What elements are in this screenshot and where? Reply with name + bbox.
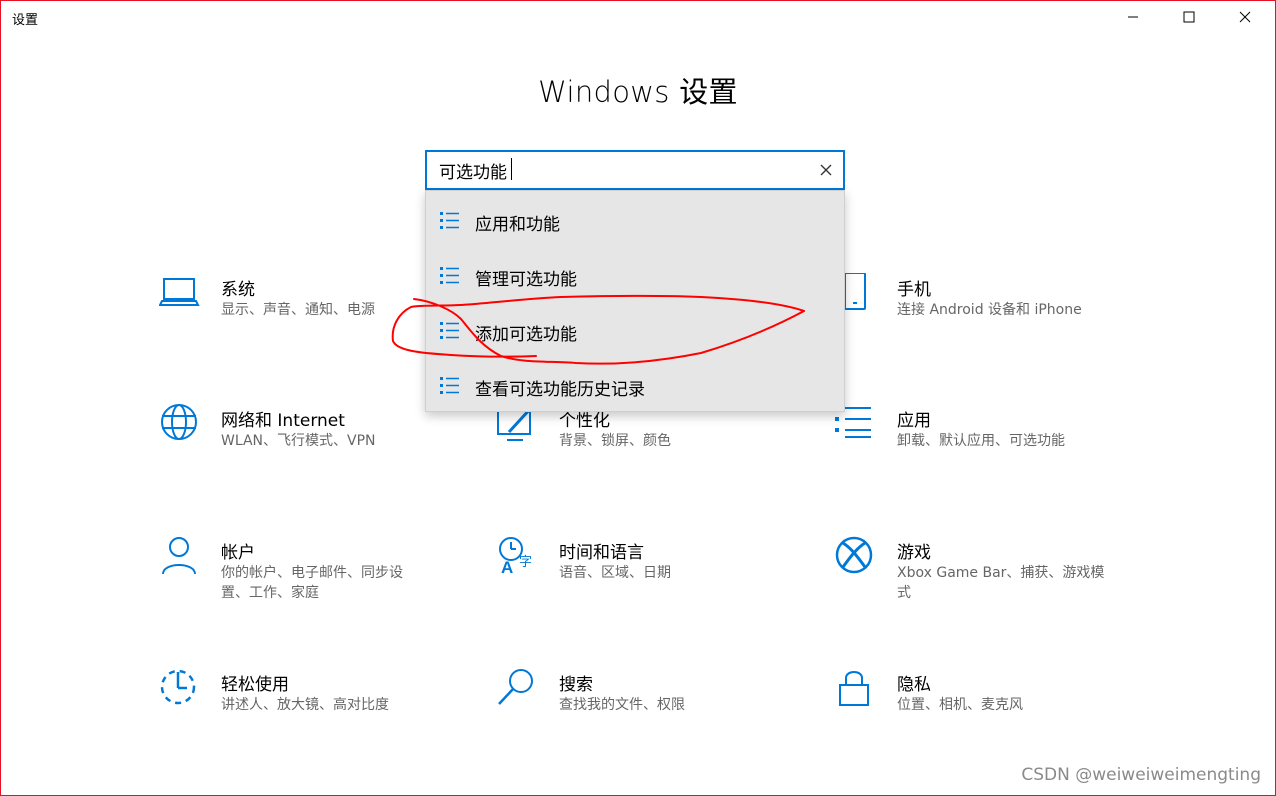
maximize-icon [1183,11,1195,23]
suggestion-item[interactable]: 管理可选功能 [426,248,844,303]
suggestion-label: 查看可选功能历史记录 [475,380,645,400]
tile-title: 系统 [221,280,255,300]
suggestion-label: 添加可选功能 [475,325,577,345]
tile-title: 应用 [897,411,931,431]
tile-system[interactable]: 系统 显示、声音、通知、电源 [159,273,459,343]
clear-search-button[interactable] [817,161,835,179]
time-language-icon: A 字 [499,537,532,577]
tile-desc: 连接 Android 设备和 iPhone [897,302,1082,318]
lock-icon [839,671,869,706]
tile-personalization[interactable]: 个性化 背景、锁屏、颜色 [497,404,797,474]
list-icon [440,267,459,284]
tile-title: 手机 [897,280,931,300]
minimize-icon [1128,16,1138,18]
tile-title: 时间和语言 [559,543,644,563]
settings-window: 设置 Windows 设置 系统 显示、声音、通知、电源 手机 连接 Andro… [0,0,1276,796]
minimize-button[interactable] [1105,1,1161,33]
tile-desc: 位置、相机、麦克风 [897,697,1023,713]
close-icon [820,164,832,176]
maximize-button[interactable] [1161,1,1217,33]
tile-title: 轻松使用 [221,675,289,695]
tile-desc: 卸载、默认应用、可选功能 [897,433,1065,449]
title-bar[interactable]: 设置 [1,1,1275,33]
person-icon [162,537,196,575]
tile-gaming[interactable]: 游戏 Xbox Game Bar、捕获、游戏模式 [835,536,1135,606]
tile-phone[interactable]: 手机 连接 Android 设备和 iPhone [835,273,1135,343]
tile-privacy[interactable]: 隐私 位置、相机、麦克风 [835,668,1135,738]
tile-search[interactable]: 搜索 查找我的文件、权限 [497,668,797,738]
tile-desc: Xbox Game Bar、捕获、游戏模式 [897,565,1105,601]
tile-title: 隐私 [897,675,931,695]
text-caret [511,158,512,180]
suggestion-item[interactable]: 应用和功能 [426,193,844,248]
tile-apps[interactable]: 应用 卸载、默认应用、可选功能 [835,404,1135,474]
svg-text:A: A [501,558,513,577]
laptop-icon [159,278,200,306]
tile-title: 网络和 Internet [221,411,345,431]
svg-text:字: 字 [519,554,532,569]
suggestion-label: 应用和功能 [475,215,560,235]
search-suggestions: 应用和功能 管理可选功能 添加可选功能 查看可选功能历史记录 [425,190,845,412]
tile-title: 搜索 [559,675,593,695]
tile-desc: 显示、声音、通知、电源 [221,302,375,318]
ease-of-access-icon [160,669,196,705]
tile-desc: 背景、锁屏、颜色 [559,433,671,449]
list-icon [440,212,459,229]
xbox-icon [835,536,873,574]
search-input[interactable] [439,152,809,188]
close-icon [1239,11,1251,23]
window-title: 设置 [12,13,39,28]
list-icon [440,322,459,339]
list-icon [440,377,459,394]
suggestion-label: 管理可选功能 [475,270,577,290]
suggestion-item[interactable]: 查看可选功能历史记录 [426,358,844,413]
tile-desc: WLAN、飞行模式、VPN [221,433,376,449]
tile-desc: 语音、区域、日期 [559,565,671,581]
close-button[interactable] [1217,1,1273,33]
search-box[interactable] [425,150,845,190]
tile-desc: 你的帐户、电子邮件、同步设置、工作、家庭 [221,565,403,601]
suggestion-item[interactable]: 添加可选功能 [426,303,844,358]
page-title: Windows 设置 [538,75,738,109]
tile-network[interactable]: 网络和 Internet WLAN、飞行模式、VPN [159,404,459,474]
watermark: CSDN @weiweiweimengting [1021,765,1261,785]
tile-accounts[interactable]: 帐户 你的帐户、电子邮件、同步设置、工作、家庭 [159,536,459,606]
globe-icon [161,404,197,440]
tile-time-language[interactable]: A 字 时间和语言 语音、区域、日期 [497,536,797,606]
tile-ease-of-access[interactable]: 轻松使用 讲述人、放大镜、高对比度 [159,668,459,738]
tile-desc: 查找我的文件、权限 [559,697,685,713]
tile-title: 游戏 [897,543,931,563]
tile-desc: 讲述人、放大镜、高对比度 [221,697,389,713]
tile-title: 帐户 [221,543,255,563]
search-icon [498,669,533,705]
